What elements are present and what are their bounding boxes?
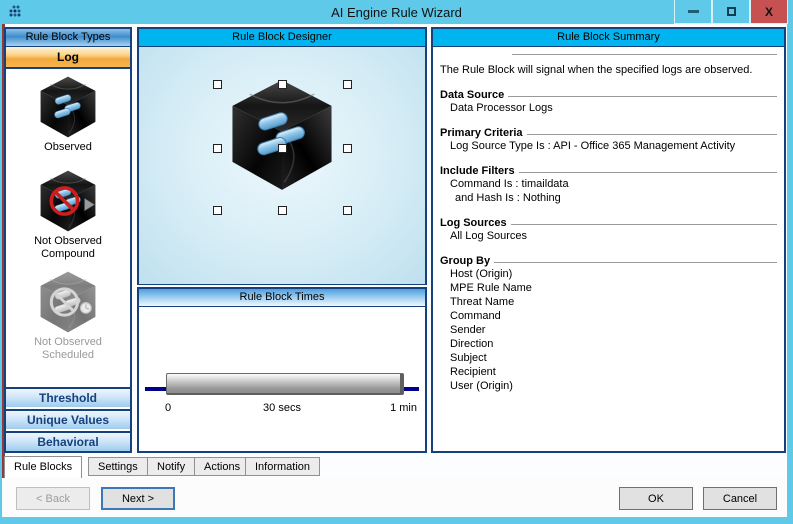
rule-block-designer-panel: Rule Block Designer <box>137 27 427 285</box>
type-item-observed[interactable]: Observed <box>35 76 101 154</box>
ai-engine-rule-wizard-window: AI Engine Rule Wizard X Rule Block Types… <box>0 0 793 524</box>
type-log-button[interactable]: Log <box>6 47 130 69</box>
summary-section-title: Data Source <box>440 89 777 101</box>
selection-handle[interactable] <box>278 80 287 89</box>
ok-button[interactable]: OK <box>619 487 693 510</box>
summary-line: Command Is : timaildata <box>450 178 569 190</box>
designer-canvas[interactable] <box>139 47 425 284</box>
tab-rule-blocks[interactable]: Rule Blocks <box>4 456 83 478</box>
tab-information[interactable]: Information <box>245 457 321 476</box>
summary-line: Sender <box>450 324 486 336</box>
type-item-label: Not Observed Compound <box>34 235 102 260</box>
summary-line: MPE Rule Name <box>450 282 532 294</box>
selection-handle[interactable] <box>213 80 222 89</box>
summary-line: Recipient <box>450 366 496 378</box>
rule-block-summary-header: Rule Block Summary <box>433 29 784 47</box>
summary-line: Log Source Type Is : API - Office 365 Ma… <box>450 140 736 152</box>
summary-section-title: Primary Criteria <box>440 127 777 139</box>
cube-not-observed-icon <box>35 170 101 232</box>
type-unique-values-button[interactable]: Unique Values <box>6 409 130 429</box>
next-button[interactable]: Next > <box>101 487 175 510</box>
times-slider-area: 0 30 secs 1 min <box>139 307 425 451</box>
tick-end: 1 min <box>390 402 417 414</box>
wizard-tabbar: Rule Blocks Settings Notify Actions Info… <box>4 456 784 481</box>
type-item-label: Observed <box>44 141 92 153</box>
cube-scheduled-icon <box>35 271 101 333</box>
time-slider-ticks: 0 30 secs 1 min <box>139 402 425 418</box>
selection-handle[interactable] <box>213 144 222 153</box>
summary-top-divider <box>512 54 777 55</box>
rule-block-times-panel: Rule Block Times 0 30 secs 1 min <box>137 287 427 453</box>
selection-handle[interactable] <box>343 80 352 89</box>
rule-block-times-header: Rule Block Times <box>139 289 425 307</box>
summary-section-title: Group By <box>440 255 777 267</box>
footer-bar: < Back Next > OK Cancel <box>2 478 787 517</box>
minimize-button[interactable] <box>674 0 712 24</box>
maximize-button[interactable] <box>712 0 750 24</box>
summary-line: User (Origin) <box>450 380 513 392</box>
summary-line: and Hash Is : Nothing <box>455 192 561 204</box>
rule-block-type-list: Observed Not Observed Compound Not Observ… <box>6 69 130 451</box>
summary-line: Subject <box>450 352 487 364</box>
cancel-button[interactable]: Cancel <box>703 487 777 510</box>
summary-line: Host (Origin) <box>450 268 513 280</box>
tick-mid: 30 secs <box>263 402 301 414</box>
time-slider-bar[interactable] <box>166 373 404 395</box>
rule-block-summary-panel: Rule Block Summary The Rule Block will s… <box>431 27 786 453</box>
close-icon: X <box>764 4 773 19</box>
selection-handle[interactable] <box>343 206 352 215</box>
summary-section-title: Log Sources <box>440 217 777 229</box>
rule-block-types-header: Rule Block Types <box>6 29 130 47</box>
window-bottom-border <box>0 517 793 524</box>
summary-line: Data Processor Logs <box>450 102 553 114</box>
back-button[interactable]: < Back <box>16 487 90 510</box>
tab-actions[interactable]: Actions <box>194 457 251 476</box>
selection-handle[interactable] <box>343 144 352 153</box>
cube-observed-icon <box>35 76 101 138</box>
type-threshold-button[interactable]: Threshold <box>6 387 130 407</box>
type-item-not-observed-scheduled: Not Observed Scheduled <box>34 271 102 362</box>
rule-block-designer-header: Rule Block Designer <box>139 29 425 47</box>
summary-line: Threat Name <box>450 296 515 308</box>
minimize-icon <box>687 10 699 13</box>
type-item-not-observed-compound[interactable]: Not Observed Compound <box>34 170 102 261</box>
selection-handle[interactable] <box>213 206 222 215</box>
summary-section-title: Include Filters <box>440 165 777 177</box>
maximize-icon <box>726 7 736 16</box>
rule-block-types-panel: Rule Block Types Log Observed Not Observ… <box>4 27 132 453</box>
summary-intro: The Rule Block will signal when the spec… <box>440 64 753 76</box>
summary-body: The Rule Block will signal when the spec… <box>433 47 784 451</box>
type-item-label: Not Observed Scheduled <box>34 336 102 361</box>
type-behavioral-button[interactable]: Behavioral <box>6 431 130 451</box>
summary-line: Command <box>450 310 501 322</box>
tab-notify[interactable]: Notify <box>147 457 196 476</box>
summary-line: All Log Sources <box>450 230 528 242</box>
titlebar: AI Engine Rule Wizard X <box>0 0 793 24</box>
close-button[interactable]: X <box>750 0 788 24</box>
summary-line: Direction <box>450 338 494 350</box>
rule-block-cube[interactable] <box>220 79 344 191</box>
tab-settings[interactable]: Settings <box>88 457 148 476</box>
selection-handle[interactable] <box>278 206 287 215</box>
selection-handle[interactable] <box>278 144 287 153</box>
